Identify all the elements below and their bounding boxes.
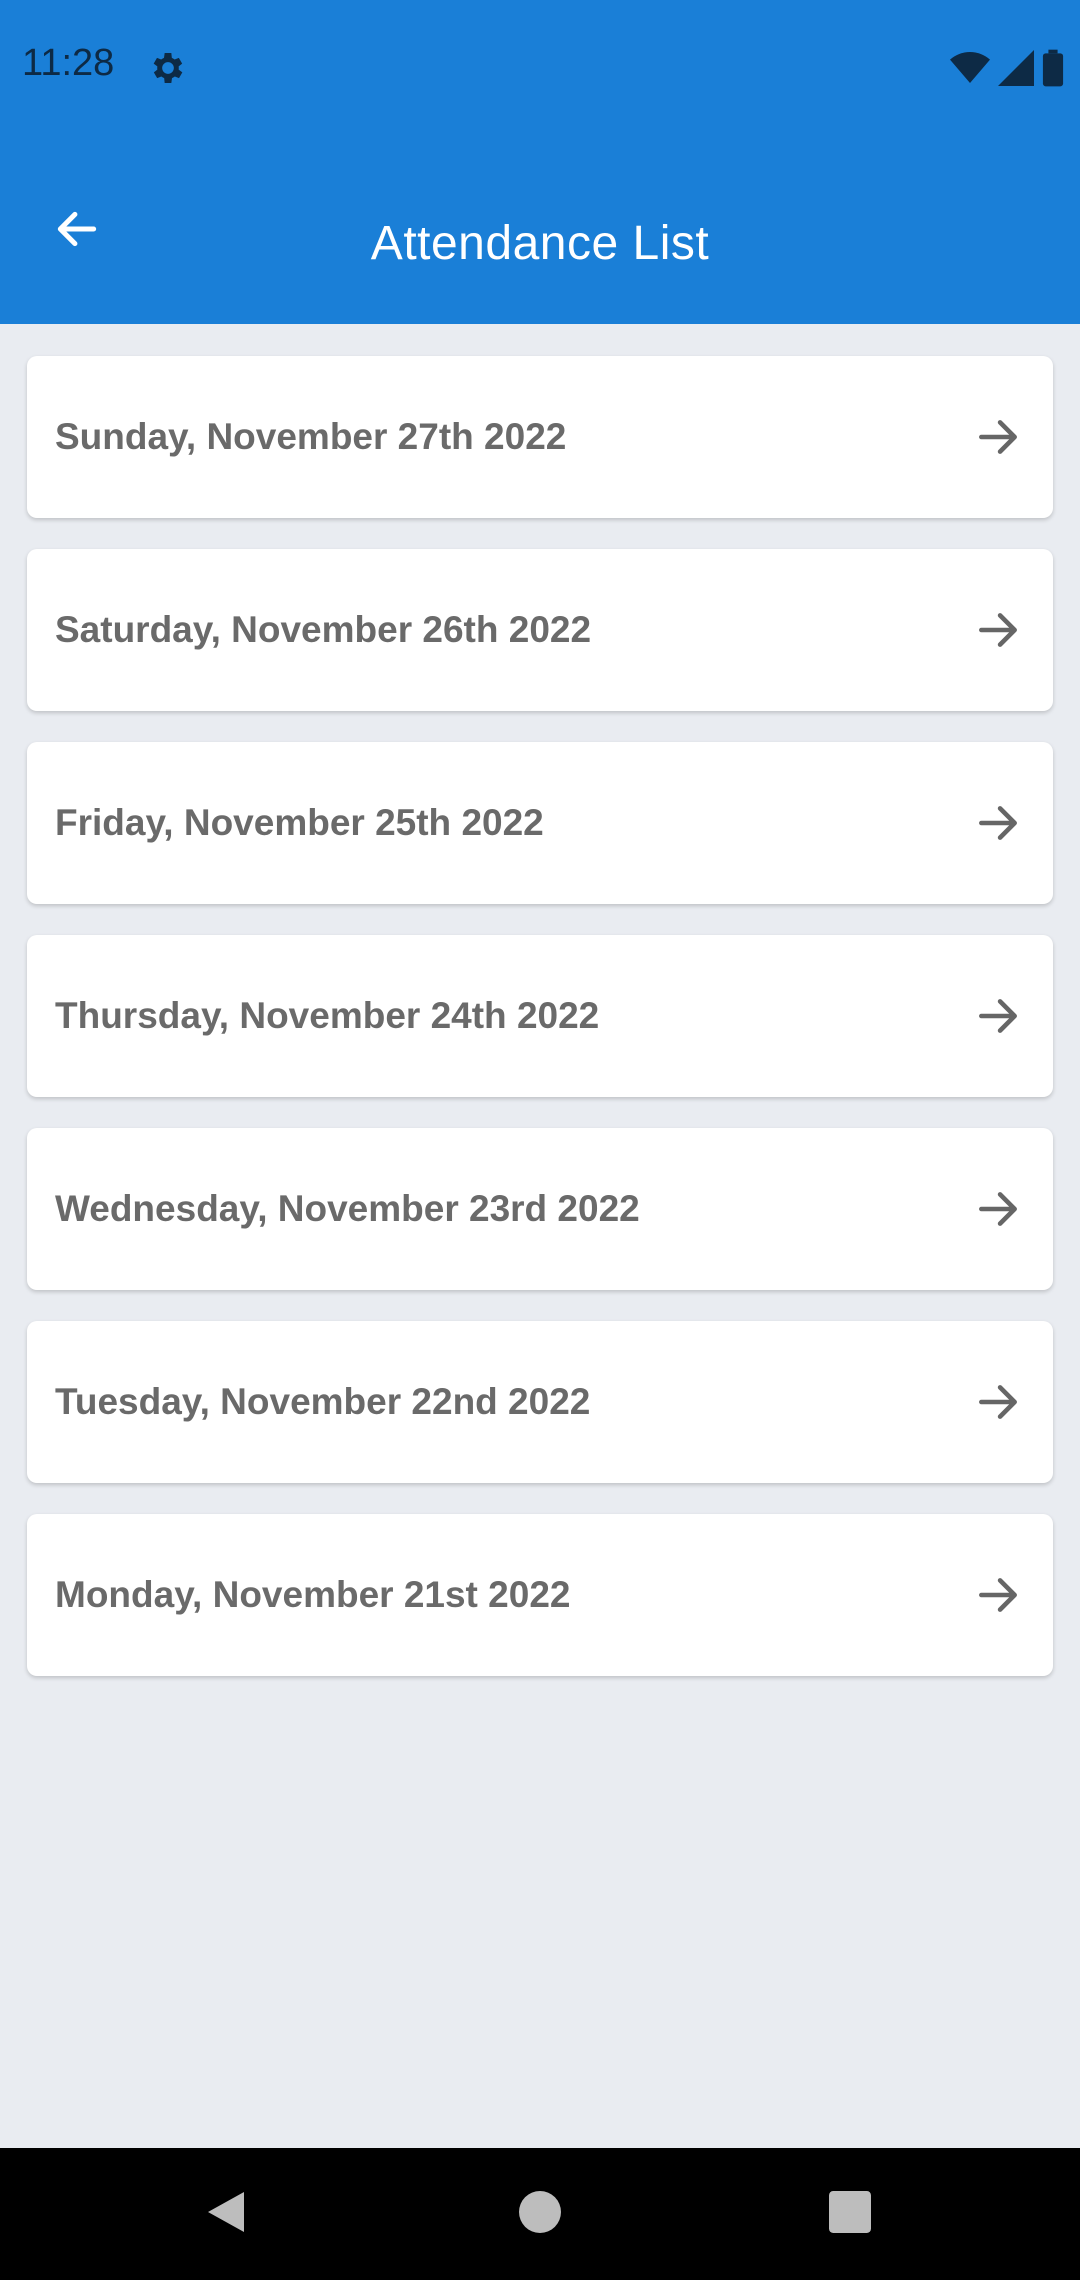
- cellular-signal-icon: [998, 50, 1034, 86]
- nav-back-button[interactable]: [166, 2148, 286, 2280]
- attendance-item[interactable]: Monday, November 21st 2022: [27, 1514, 1053, 1676]
- status-bar: 11:28: [0, 0, 1080, 136]
- arrow-right-icon: [973, 991, 1023, 1041]
- battery-icon: [1042, 49, 1064, 87]
- attendance-item-label: Monday, November 21st 2022: [55, 1574, 571, 1615]
- attendance-item-label: Friday, November 25th 2022: [55, 802, 544, 843]
- attendance-item-label: Wednesday, November 23rd 2022: [55, 1188, 640, 1229]
- attendance-item-label: Saturday, November 26th 2022: [55, 609, 592, 650]
- attendance-item[interactable]: Friday, November 25th 2022: [27, 742, 1053, 904]
- attendance-item-label: Tuesday, November 22nd 2022: [55, 1381, 591, 1422]
- app-bar: Attendance List: [0, 136, 1080, 324]
- arrow-right-icon: [973, 798, 1023, 848]
- arrow-right-icon: [973, 605, 1023, 655]
- arrow-right-icon: [973, 412, 1023, 462]
- attendance-item[interactable]: Sunday, November 27th 2022: [27, 356, 1053, 518]
- gear-icon: [148, 48, 188, 88]
- attendance-item-label: Thursday, November 24th 2022: [55, 995, 600, 1036]
- arrow-right-icon: [973, 1570, 1023, 1620]
- nav-recents-button[interactable]: [790, 2148, 910, 2280]
- nav-home-button[interactable]: [480, 2148, 600, 2280]
- attendance-item[interactable]: Wednesday, November 23rd 2022: [27, 1128, 1053, 1290]
- attendance-item-label: Sunday, November 27th 2022: [55, 416, 567, 457]
- back-triangle-icon: [204, 2188, 248, 2241]
- attendance-item[interactable]: Saturday, November 26th 2022: [27, 549, 1053, 711]
- system-nav-bar: [0, 2148, 1080, 2280]
- recents-square-icon: [829, 2190, 871, 2238]
- status-time: 11:28: [22, 42, 115, 84]
- wifi-icon: [950, 50, 990, 86]
- arrow-right-icon: [973, 1377, 1023, 1427]
- home-circle-icon: [519, 2190, 561, 2238]
- arrow-right-icon: [973, 1184, 1023, 1234]
- attendance-list: Sunday, November 27th 2022 Saturday, Nov…: [27, 356, 1053, 1707]
- attendance-item[interactable]: Tuesday, November 22nd 2022: [27, 1321, 1053, 1483]
- attendance-item[interactable]: Thursday, November 24th 2022: [27, 935, 1053, 1097]
- page-title: Attendance List: [370, 217, 710, 270]
